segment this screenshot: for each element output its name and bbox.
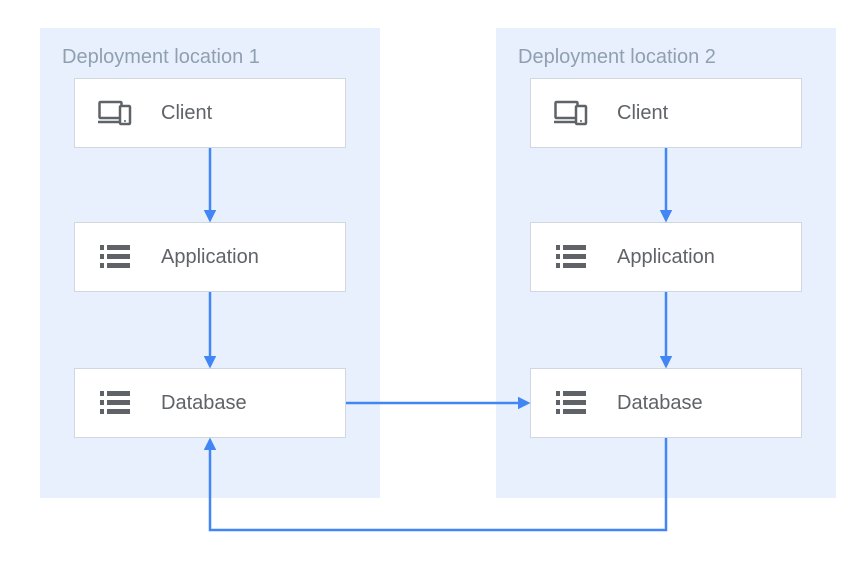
client-icon bbox=[553, 100, 589, 126]
stack-icon bbox=[97, 391, 133, 415]
stack-icon bbox=[553, 245, 589, 269]
client-icon bbox=[97, 100, 133, 126]
node-application-2: Application bbox=[530, 222, 802, 292]
node-label: Application bbox=[617, 246, 715, 269]
node-label: Client bbox=[161, 102, 212, 125]
node-label: Application bbox=[161, 246, 259, 269]
node-label: Database bbox=[617, 392, 703, 415]
stack-icon bbox=[97, 245, 133, 269]
node-database-1: Database bbox=[74, 368, 346, 438]
node-client-2: Client bbox=[530, 78, 802, 148]
region-title-2: Deployment location 2 bbox=[518, 46, 716, 69]
node-client-1: Client bbox=[74, 78, 346, 148]
node-database-2: Database bbox=[530, 368, 802, 438]
node-label: Database bbox=[161, 392, 247, 415]
stack-icon bbox=[553, 391, 589, 415]
diagram-canvas: Deployment location 1 Deployment locatio… bbox=[0, 0, 862, 574]
node-application-1: Application bbox=[74, 222, 346, 292]
region-title-1: Deployment location 1 bbox=[62, 46, 260, 69]
node-label: Client bbox=[617, 102, 668, 125]
